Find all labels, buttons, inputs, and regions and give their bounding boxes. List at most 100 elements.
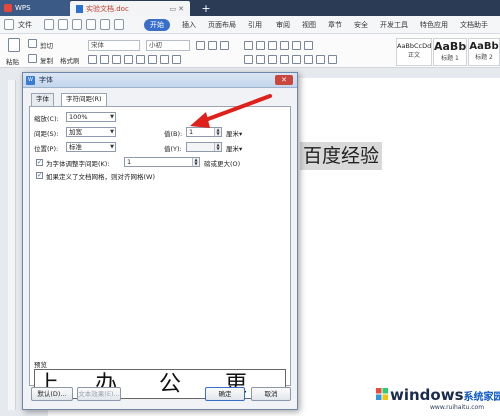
style-normal[interactable]: AaBbCcDd 正文 — [396, 38, 432, 66]
cut-icon[interactable] — [28, 39, 37, 48]
tab-tools-icon[interactable]: ▭✕ — [170, 5, 190, 13]
align-left-icon[interactable] — [244, 55, 253, 64]
paste-icon[interactable] — [8, 38, 20, 52]
numbering-icon[interactable] — [256, 41, 265, 50]
close-icon[interactable]: ✕ — [275, 75, 293, 85]
snap-grid-checkbox[interactable]: ✓ — [36, 172, 43, 179]
clear-format-icon[interactable] — [220, 41, 229, 50]
underline-icon[interactable] — [112, 55, 121, 64]
spin-arrows-icon[interactable]: ▲ ▼ — [214, 143, 221, 151]
sort-icon[interactable] — [292, 41, 301, 50]
copy-label[interactable]: 复制 — [40, 55, 53, 65]
menu-developer[interactable]: 开发工具 — [380, 19, 408, 31]
font-size-select[interactable]: 小初 — [146, 40, 190, 51]
superscript-icon[interactable] — [136, 55, 145, 64]
save-icon[interactable] — [44, 19, 54, 30]
text-effect-button[interactable]: 文本效果(E)... — [77, 387, 121, 401]
preview-icon[interactable] — [86, 19, 96, 30]
cancel-button[interactable]: 取消 — [251, 387, 291, 401]
preview-char: 公 — [159, 372, 182, 397]
position-unit-select[interactable]: 厘米▾ — [226, 143, 242, 153]
menu-features[interactable]: 特色应用 — [420, 19, 448, 31]
show-marks-icon[interactable] — [304, 41, 313, 50]
copy-icon[interactable] — [28, 54, 37, 63]
kerning-value: 1 — [127, 158, 132, 166]
align-center-icon[interactable] — [256, 55, 265, 64]
ok-button[interactable]: 确定 — [205, 387, 245, 401]
borders-icon[interactable] — [328, 55, 337, 64]
spin-arrows-icon[interactable]: ▲ ▼ — [192, 158, 199, 166]
spacing-value: 加宽 — [69, 128, 82, 136]
menu-insert[interactable]: 插入 — [182, 19, 196, 31]
tab-font[interactable]: 字体 — [31, 93, 54, 106]
style-heading-2-name: 标题 2 — [475, 54, 493, 61]
selected-document-text[interactable]: 百度经验 — [300, 142, 383, 170]
menu-security[interactable]: 安全 — [354, 19, 368, 31]
spacing-select[interactable]: 加宽 ▼ — [66, 127, 116, 137]
shading-icon[interactable] — [316, 55, 325, 64]
dialog-title: 字体 — [39, 76, 53, 84]
style-normal-sample: AaBbCcDd — [397, 42, 432, 50]
scale-select[interactable]: 100% ▼ — [66, 112, 116, 122]
position-by-label: 值(Y): — [164, 145, 182, 153]
redo-icon[interactable] — [114, 19, 124, 30]
undo-icon[interactable] — [100, 19, 110, 30]
bold-icon[interactable] — [88, 55, 97, 64]
document-tab[interactable]: 实验文档.doc ▭✕ — [70, 1, 190, 16]
print-icon[interactable] — [72, 19, 82, 30]
menu-view[interactable]: 视图 — [302, 19, 316, 31]
tab-character-spacing[interactable]: 字符间距(R) — [61, 93, 107, 107]
title-bar: WPS 实验文档.doc ▭✕ + — [0, 0, 500, 16]
style-heading-2[interactable]: AaBb 标题 2 — [468, 38, 500, 66]
menu-review[interactable]: 审阅 — [276, 19, 290, 31]
cut-label[interactable]: 剪切 — [40, 40, 53, 50]
open-icon[interactable] — [58, 19, 68, 30]
subscript-icon[interactable] — [148, 55, 157, 64]
menu-reference[interactable]: 引用 — [248, 19, 262, 31]
italic-icon[interactable] — [100, 55, 109, 64]
highlight-icon[interactable] — [172, 55, 181, 64]
bullets-icon[interactable] — [244, 41, 253, 50]
kerning-label: 为字体调整字间距(K): — [46, 160, 110, 168]
distribute-icon[interactable] — [292, 55, 301, 64]
document-tab-label: 实验文档.doc — [86, 4, 129, 13]
scale-value: 100% — [69, 113, 88, 121]
position-label: 位置(P): — [34, 145, 59, 153]
wps-app-tab[interactable]: WPS — [0, 0, 70, 16]
align-right-icon[interactable] — [268, 55, 277, 64]
character-spacing-panel: 缩放(C): 100% ▼ 间距(S): 加宽 ▼ 值(B): 1 ▲ ▼ 厘米▾… — [29, 106, 291, 399]
dropdown-arrow-icon: ▼ — [110, 129, 114, 135]
increase-indent-icon[interactable] — [280, 41, 289, 50]
font-color-icon[interactable] — [160, 55, 169, 64]
menu-bar: 文件 开始 插入 页面布局 引用 审阅 视图 章节 安全 开发工具 特色应用 文… — [0, 16, 500, 34]
position-by-input[interactable]: ▲ ▼ — [186, 142, 222, 152]
paste-label[interactable]: 粘贴 — [6, 56, 19, 66]
default-button[interactable]: 默认(D)... — [31, 387, 73, 401]
dialog-title-bar[interactable]: W 字体 ✕ — [23, 73, 297, 88]
menu-start[interactable]: 开始 — [144, 19, 170, 31]
menu-icon[interactable] — [4, 19, 14, 30]
format-painter-label[interactable]: 格式刷 — [60, 55, 80, 65]
style-normal-name: 正文 — [407, 52, 420, 59]
kerning-checkbox[interactable]: ✓ — [36, 159, 43, 166]
menu-page-layout[interactable]: 页面布局 — [208, 19, 236, 31]
kerning-input[interactable]: 1 ▲ ▼ — [124, 157, 200, 167]
decrease-indent-icon[interactable] — [268, 41, 277, 50]
line-spacing-icon[interactable] — [304, 55, 313, 64]
grow-font-icon[interactable] — [196, 41, 205, 50]
menu-file[interactable]: 文件 — [18, 19, 32, 31]
new-tab-button[interactable]: + — [198, 0, 214, 16]
spacing-label: 间距(S): — [34, 130, 59, 138]
shrink-font-icon[interactable] — [208, 41, 217, 50]
menu-chapter[interactable]: 章节 — [328, 19, 342, 31]
font-name-select[interactable]: 宋体 — [88, 40, 140, 51]
dropdown-arrow-icon: ▼ — [110, 144, 114, 150]
vertical-ruler — [8, 80, 16, 410]
position-select[interactable]: 标准 ▼ — [66, 142, 116, 152]
justify-icon[interactable] — [280, 55, 289, 64]
preview-label: 预览 — [34, 361, 47, 369]
style-heading-1-name: 标题 1 — [441, 55, 459, 62]
style-heading-1[interactable]: AaBb 标题 1 — [433, 38, 467, 66]
strikethrough-icon[interactable] — [124, 55, 133, 64]
menu-doc-assistant[interactable]: 文档助手 — [460, 19, 488, 31]
